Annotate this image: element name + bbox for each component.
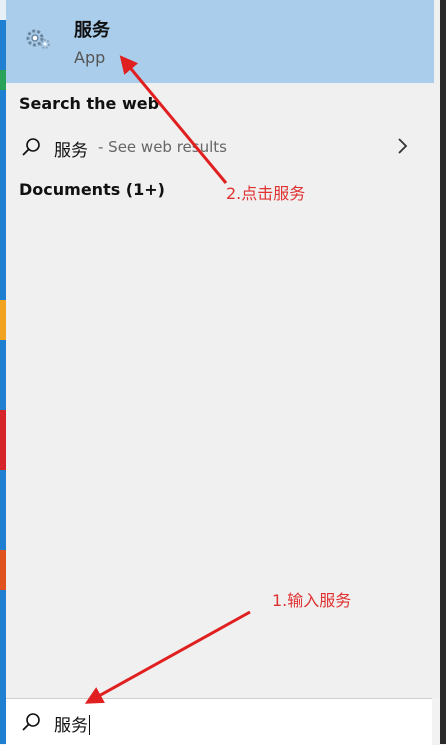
chevron-right-icon[interactable] bbox=[396, 136, 410, 156]
search-icon bbox=[22, 713, 40, 731]
search-query-text: 服务 bbox=[54, 716, 88, 736]
search-icon bbox=[22, 138, 40, 156]
documents-heading[interactable]: Documents (1+) bbox=[19, 180, 165, 199]
desktop-background-edge bbox=[440, 0, 446, 744]
best-match-result[interactable]: 服务 App bbox=[6, 0, 434, 83]
annotation-step-2: 2.点击服务 bbox=[226, 184, 306, 203]
app-type-label: App bbox=[74, 48, 106, 67]
gear-icon bbox=[26, 29, 50, 49]
search-web-heading: Search the web bbox=[19, 94, 160, 113]
app-title: 服务 bbox=[74, 20, 110, 41]
annotation-step-1: 1.输入服务 bbox=[272, 591, 352, 610]
web-search-result[interactable]: 服务 - See web results bbox=[6, 128, 434, 166]
web-search-hint: - See web results bbox=[98, 138, 227, 156]
start-search-panel: 服务 App Search the web 服务 - See web resul… bbox=[6, 0, 440, 698]
search-box[interactable]: 服务 bbox=[6, 698, 432, 745]
search-input[interactable]: 服务 bbox=[54, 711, 90, 736]
text-caret bbox=[89, 715, 90, 735]
web-search-term: 服务 bbox=[54, 141, 88, 161]
